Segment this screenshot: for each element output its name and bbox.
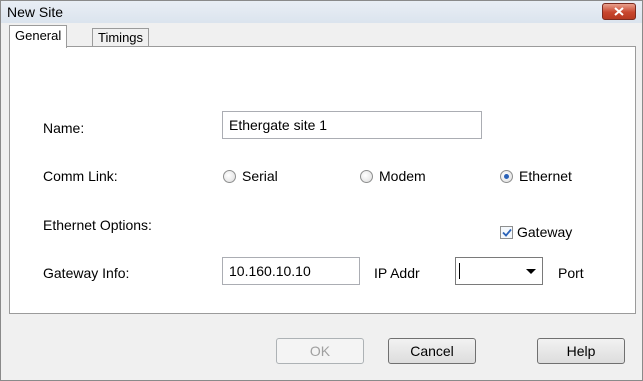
radio-serial-button[interactable] [223,169,236,183]
radio-ethernet-label: Ethernet [519,168,572,184]
ip-addr-label: IP Addr [374,265,420,281]
radio-modem-label: Modem [379,168,426,184]
gateway-checkbox-label: Gateway [517,224,573,240]
comm-link-label: Comm Link: [43,168,118,184]
radio-serial[interactable]: Serial [223,168,278,184]
gateway-info-label: Gateway Info: [43,265,130,281]
new-site-dialog: New Site General Timings Name: Ethergate… [0,0,643,381]
chevron-down-icon[interactable] [526,269,536,274]
cancel-button[interactable]: Cancel [388,338,476,364]
radio-serial-label: Serial [242,168,278,184]
ethernet-options-label: Ethernet Options: [43,217,152,233]
general-panel: Name: Ethergate site 1 Comm Link: Serial… [9,46,636,314]
name-field[interactable]: Ethergate site 1 [222,111,482,139]
check-icon [501,228,512,237]
tab-general[interactable]: General [9,25,68,48]
window-title: New Site [7,4,64,20]
radio-ethernet[interactable]: Ethernet [500,168,572,184]
button-bar: OK Cancel Help [1,314,642,380]
radio-modem[interactable]: Modem [360,168,426,184]
port-label: Port [558,265,584,281]
close-icon [614,7,624,16]
text-caret [459,263,460,279]
close-button[interactable] [602,3,636,20]
title-bar[interactable]: New Site [1,1,642,23]
help-button[interactable]: Help [537,338,625,364]
tab-timings[interactable]: Timings [92,28,150,47]
gateway-checkbox[interactable] [500,225,513,239]
radio-ethernet-button[interactable] [500,169,513,183]
ok-button[interactable]: OK [276,338,364,364]
name-label: Name: [43,120,85,136]
port-combobox[interactable] [455,257,543,285]
tab-bar: General Timings [9,25,637,48]
ip-address-field[interactable]: 10.160.10.10 [222,257,360,285]
radio-modem-button[interactable] [360,169,373,183]
gateway-checkbox-group[interactable]: Gateway [500,224,572,240]
